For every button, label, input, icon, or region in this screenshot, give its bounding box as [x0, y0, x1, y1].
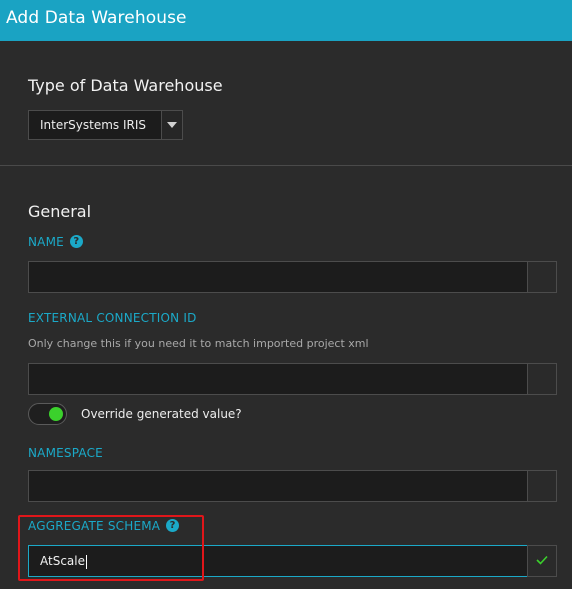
checkmark-icon [536, 555, 548, 565]
help-circle-icon[interactable]: ? [69, 235, 83, 248]
name-label: NAME? [28, 235, 83, 249]
namespace-input-addon [527, 470, 557, 502]
namespace-input[interactable] [28, 470, 528, 502]
external-connection-id-hint: Only change this if you need it to match… [28, 337, 369, 350]
external-connection-id-label: EXTERNAL CONNECTION ID [28, 311, 197, 325]
override-generated-label: Override generated value? [81, 407, 242, 421]
name-input[interactable] [28, 261, 528, 293]
namespace-label: NAMESPACE [28, 446, 103, 460]
warehouse-type-select[interactable]: InterSystems IRIS [28, 110, 183, 140]
external-connection-id-addon [527, 363, 557, 395]
annotation-highlight-box [18, 515, 204, 581]
toggle-knob [49, 407, 63, 421]
override-generated-toggle[interactable] [28, 403, 67, 425]
general-section-heading: General [28, 202, 92, 221]
type-section-heading: Type of Data Warehouse [28, 76, 223, 95]
chevron-down-icon [167, 122, 177, 128]
section-divider [0, 165, 572, 166]
external-connection-id-input[interactable] [28, 363, 528, 395]
name-label-text: NAME [28, 235, 64, 249]
dialog-titlebar: Add Data Warehouse [0, 0, 572, 41]
warehouse-type-value: InterSystems IRIS [40, 118, 147, 132]
aggregate-schema-valid-addon [527, 545, 557, 577]
warehouse-type-dropdown-button[interactable] [161, 111, 182, 139]
dialog-title: Add Data Warehouse [6, 8, 187, 28]
name-input-addon [527, 261, 557, 293]
